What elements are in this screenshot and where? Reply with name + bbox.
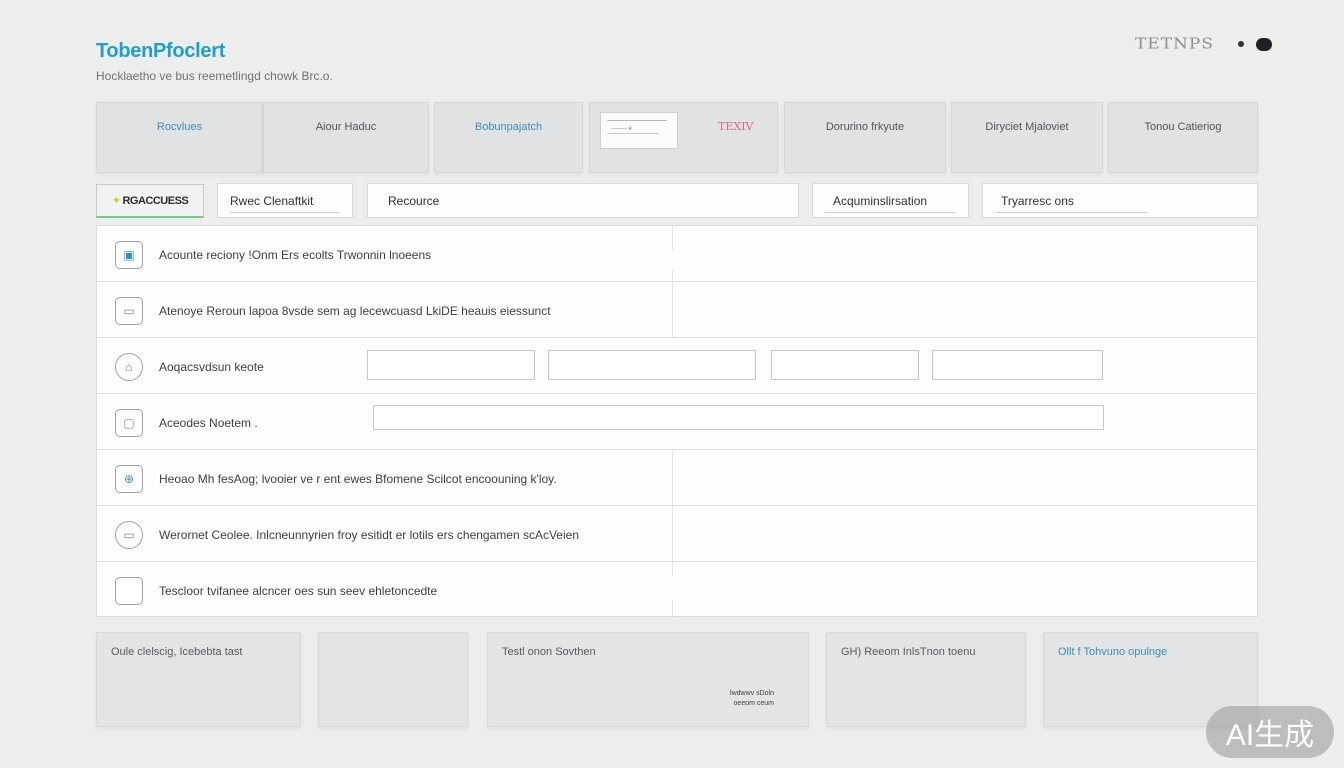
segment-field[interactable] [548,350,756,380]
tab-active[interactable]: ✦ RGACCUESS [96,184,204,218]
tab-client[interactable]: Rwec Clenaftkit [217,183,353,218]
filter-card-label: Tonou Catieriog [1144,121,1222,133]
tab-label: Acquminslirsation [833,193,928,208]
filter-card-preview[interactable]: -------- e TEXIV [589,102,778,173]
summary-card[interactable]: Testl onon Sovthen lwdwwv sDoln oeeom ce… [487,632,809,727]
segment-field[interactable] [771,350,919,380]
summary-card[interactable]: Oule clelscig, Icebebta tast [96,632,301,727]
filter-card-dorurino[interactable]: Dorurino frkyute [784,102,946,173]
summary-card[interactable]: GH) Reeom InlsTnon toenu [826,632,1026,727]
list-item[interactable]: Tescloor tvifanee alcncer oes sun seev e… [97,562,1257,618]
stamp-label: TEXIV [718,120,754,133]
tab-active-label: RGACCUESS [122,194,189,207]
summary-card[interactable] [318,632,468,727]
card-icon: ▭ [115,297,143,325]
list-item-text: Werornet Ceolee. Inlcneunnyrien froy esi… [159,528,579,542]
device-icon: ⌂ [115,353,143,381]
tab-recource[interactable]: Recource [367,183,799,218]
list-item[interactable]: ▭ Werornet Ceolee. Inlcneunnyrien froy e… [97,506,1257,562]
ai-generated-watermark: AI生成 [1206,706,1334,758]
mini-input-preview: -------- e [600,112,678,149]
summary-card-label: Oule clelscig, Icebebta tast [111,646,243,658]
filter-card-label: Aiour Haduc [315,121,377,133]
tab-label: Tryarresc ons [1001,193,1074,208]
list-item-text: Heoao Mh fesAog; lvooier ve r ent ewes B… [159,472,557,486]
top-right-controls: TETNPS [1135,34,1272,54]
filter-card-tonou[interactable]: Tonou Catieriog [1108,102,1258,173]
filter-card-label: Rocvlues [156,121,203,133]
app-title: TobenPfoclert [96,40,226,62]
mini-input-text: -------- e [611,126,632,132]
summary-card-footnote: lwdwwv sDoln oeeom ceum [730,690,774,707]
square-icon [115,577,143,605]
list-item[interactable]: ▣ Acounte reciony !Onm Ers ecolts Trwonn… [97,226,1257,282]
tab-label: Rwec Clenaftkit [230,193,314,208]
status-dot-icon[interactable] [1238,41,1244,47]
summary-card-label: Testl onon Sovthen [502,646,596,658]
summary-card-label: GH) Reeom InlsTnon toenu [841,646,976,658]
filter-card-bobunpajatch[interactable]: Bobunpajatch [434,102,583,173]
list-item-text: Aoqacsvdsun keote [159,360,264,374]
link-icon: ⊕ [115,465,143,493]
resource-list: ▣ Acounte reciony !Onm Ers ecolts Trwonn… [96,225,1258,618]
filter-card-label: Bobunpajatch [474,121,543,133]
list-item[interactable]: ⊕ Heoao Mh fesAog; lvooier ve r ent ewes… [97,450,1257,506]
segment-field[interactable] [932,350,1103,380]
folder-round-icon: ▭ [115,521,143,549]
app-subtitle: Hocklaetho ve bus reemetlingd chowk Brc.… [96,69,333,83]
segment-field[interactable] [367,350,535,380]
tab-active-marker-icon: ✦ [111,195,121,207]
toggle-icon[interactable] [1256,37,1272,51]
list-item-text: Acounte reciony !Onm Ers ecolts Trwonnin… [159,248,432,262]
brand-logo: TETNPS [1134,35,1214,53]
tab-tryarrescons[interactable]: Tryarresc ons [982,183,1258,218]
list-item-text: Tescloor tvifanee alcncer oes sun seev e… [159,584,438,598]
clipboard-icon: ▢ [115,409,143,437]
filter-card-label: Dorurino frkyute [825,121,905,133]
filter-card-label: Diryciet Mjaloviet [985,121,1069,133]
list-item[interactable]: ▭ Atenoye Reroun lapoa 8vsde sem ag lece… [97,282,1257,338]
filter-card-aiour-haduc[interactable]: Aiour Haduc [263,102,429,173]
note-input[interactable] [373,405,1104,430]
list-item-text: Atenoye Reroun lapoa 8vsde sem ag lecewc… [159,304,551,318]
list-item[interactable]: ⌂ Aoqacsvdsun keote [97,338,1257,394]
folder-icon: ▣ [115,241,143,269]
filter-card-rocvlues[interactable]: Rocvlues [96,102,263,173]
summary-card-label: Ollt f Tohvuno opulnge [1058,646,1168,658]
list-item-text: Aceodes Noetem . [159,416,258,430]
tab-acquminslirsation[interactable]: Acquminslirsation [812,183,969,218]
filter-card-diryciet[interactable]: Diryciet Mjaloviet [951,102,1103,173]
list-item[interactable]: ▢ Aceodes Noetem . [97,394,1257,450]
tab-label: Recource [388,193,440,208]
